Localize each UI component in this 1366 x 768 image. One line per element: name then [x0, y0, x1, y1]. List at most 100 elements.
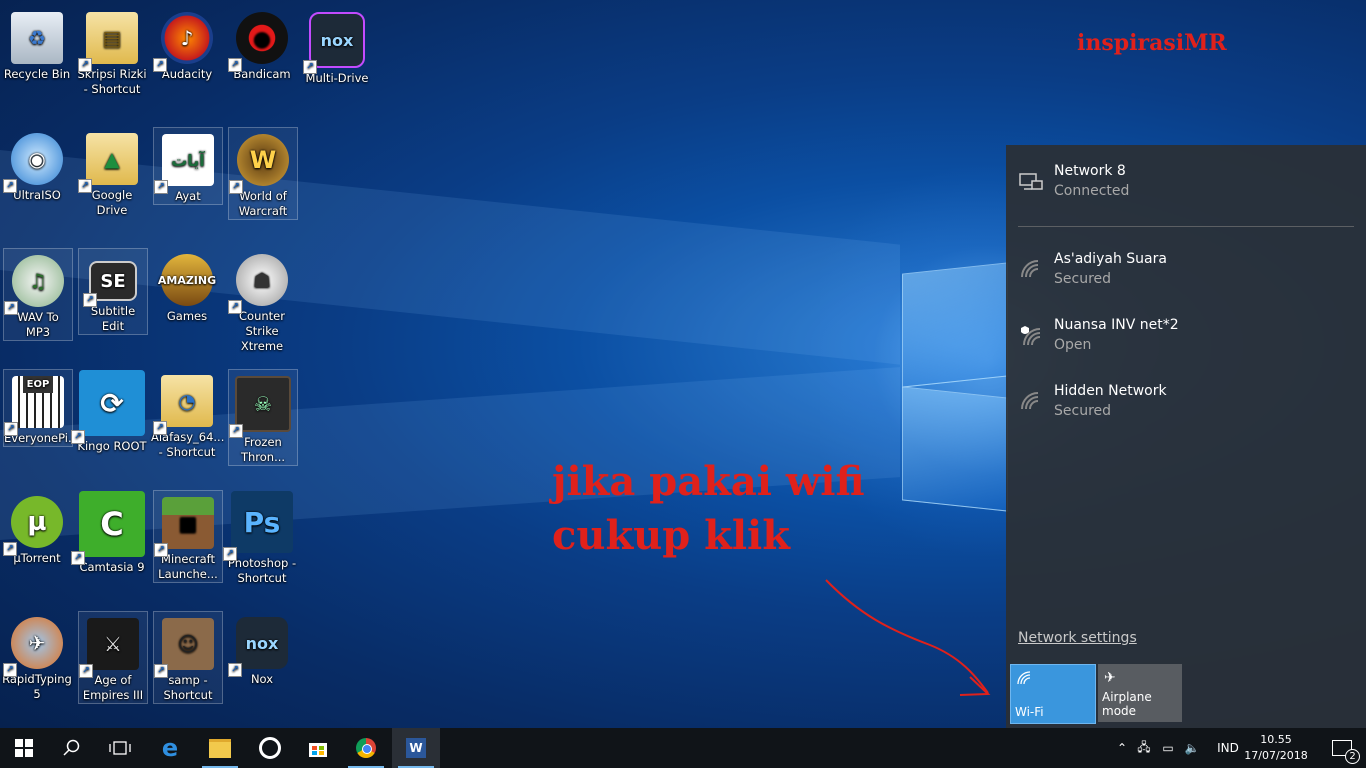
- ethernet-icon: [1018, 171, 1044, 197]
- desktop-icon-bandicam[interactable]: ● ↗ Bandicam: [226, 6, 298, 82]
- battery-icon[interactable]: ▭: [1156, 741, 1180, 755]
- kingo-root-icon: ⟳ ↗: [71, 370, 145, 444]
- shortcut-arrow-icon: ↗: [79, 664, 93, 678]
- shortcut-arrow-icon: ↗: [71, 551, 85, 565]
- shortcut-arrow-icon: ↗: [4, 301, 18, 315]
- shortcut-arrow-icon: ↗: [154, 543, 168, 557]
- desktop-icon-everyonepiano[interactable]: EOP ↗ EveryonePi...: [3, 369, 79, 447]
- desktop-icon-skripsi-rizki[interactable]: ▤ ↗ Skripsi Rizki - Shortcut: [76, 6, 148, 97]
- edge-taskbar-button[interactable]: e: [146, 728, 194, 768]
- store-taskbar-button[interactable]: [294, 728, 342, 768]
- desktop-icon-age-of-empires[interactable]: ⚔ ↗ Age of Empires III: [78, 611, 148, 704]
- notification-icon: 2: [1332, 740, 1360, 764]
- cd-icon: ♫ ↗: [4, 255, 64, 315]
- desktop-icon-rapidtyping[interactable]: ✈ ↗ RapidTyping 5: [1, 611, 73, 702]
- start-button[interactable]: [0, 728, 48, 768]
- desktop-icon-ayat[interactable]: آيات ↗ Ayat: [153, 127, 223, 205]
- warcraft-icon: W ↗: [229, 134, 289, 194]
- shortcut-arrow-icon: ↗: [229, 180, 243, 194]
- desktop-icon-ultraiso[interactable]: ◉ ↗ UltraISO: [1, 127, 73, 203]
- desktop-icon-label: Camtasia 9: [79, 560, 145, 574]
- wifi-network-name: Nuansa INV net*2: [1054, 317, 1179, 333]
- annotation-arrow: [825, 579, 991, 696]
- show-hidden-icons-chevron-icon[interactable]: ⌃: [1112, 741, 1132, 755]
- desktop-icon-wav-to-mp3[interactable]: ♫ ↗ WAV To MP3: [3, 248, 73, 341]
- chrome-taskbar-button[interactable]: [342, 728, 390, 768]
- shortcut-arrow-icon: ↗: [3, 663, 17, 677]
- desktop-icon-games[interactable]: AMAZING Games: [151, 248, 223, 324]
- taskbar: e W ⌃ 🖧 ▭ 🔈 IND 10.55 17/07/2018 2: [0, 728, 1366, 768]
- wifi-network-item[interactable]: Nuansa INV net*2 Open: [1006, 307, 1366, 367]
- utorrent-icon: µ ↗: [3, 496, 63, 556]
- minecraft-icon: ■ ↗: [154, 497, 214, 557]
- desktop-icon-samp[interactable]: ☺ ↗ samp - Shortcut: [153, 611, 223, 704]
- media-icon: [259, 737, 281, 759]
- store-icon: [309, 743, 327, 757]
- desktop-icon-photoshop[interactable]: Ps ↗ Photoshop - Shortcut: [223, 490, 298, 586]
- desktop-icon-label: Frozen Thron...: [240, 435, 286, 464]
- input-language[interactable]: IND: [1208, 741, 1248, 755]
- shortcut-arrow-icon: ↗: [154, 180, 168, 194]
- wifi-tile-label: Wi-Fi: [1015, 705, 1044, 719]
- shortcut-arrow-icon: ↗: [153, 58, 167, 72]
- wifi-network-item[interactable]: As'adiyah Suara Secured: [1006, 241, 1366, 301]
- desktop-icon-nox[interactable]: nox ↗ Nox: [226, 611, 298, 687]
- shortcut-arrow-icon: ↗: [228, 58, 242, 72]
- action-center-button[interactable]: 2: [1318, 728, 1366, 768]
- file-explorer-taskbar-button[interactable]: [196, 728, 244, 768]
- desktop-icon-minecraft[interactable]: ■ ↗ Minecraft Launche...: [153, 490, 223, 583]
- search-icon: [63, 739, 80, 756]
- shortcut-arrow-icon: ↗: [78, 58, 92, 72]
- network-settings-link[interactable]: Network settings: [1018, 630, 1137, 646]
- shortcut-arrow-icon: ↗: [303, 60, 317, 74]
- folder-icon: ▤ ↗: [78, 12, 138, 72]
- groove-taskbar-button[interactable]: [246, 728, 294, 768]
- search-button[interactable]: [48, 728, 96, 768]
- wallpaper-logo-pane: [902, 262, 1008, 388]
- desktop-icon-subtitle-edit[interactable]: SE ↗ Subtitle Edit: [78, 248, 148, 335]
- desktop-icon-camtasia[interactable]: C ↗ Camtasia 9: [71, 490, 148, 575]
- word-icon: W: [406, 738, 426, 758]
- folder-icon: [209, 738, 231, 758]
- wifi-icon: [1017, 671, 1033, 689]
- volume-icon[interactable]: 🔈: [1180, 741, 1204, 755]
- wifi-open-warning-icon: [1018, 323, 1044, 349]
- ultraiso-icon: ◉ ↗: [3, 133, 63, 193]
- network-status: Connected: [1054, 183, 1130, 199]
- network-flyout: Network 8 Connected As'adiyah Suara Secu…: [1006, 145, 1366, 728]
- taskbar-clock[interactable]: 10.55 17/07/2018: [1244, 732, 1308, 764]
- desktop-icon-world-of-warcraft[interactable]: W ↗ World of Warcraft: [228, 127, 298, 220]
- shortcut-arrow-icon: ↗: [229, 424, 243, 438]
- desktop-icon-alafasy[interactable]: ◔ ↗ Alafasy_64... - Shortcut: [151, 369, 224, 460]
- wifi-signal-icon: [1018, 257, 1044, 283]
- nox-icon: nox ↗: [303, 12, 365, 74]
- wifi-toggle-tile[interactable]: Wi-Fi: [1010, 664, 1096, 724]
- annotation-line-1: jika pakai wifi: [552, 458, 865, 505]
- flyout-divider: [1018, 226, 1354, 227]
- task-view-button[interactable]: [96, 728, 144, 768]
- network-connected-item[interactable]: Network 8 Connected: [1006, 155, 1366, 215]
- desktop-icon-google-drive[interactable]: ▲ ↗ Google Drive: [76, 127, 148, 218]
- system-tray: ⌃ 🖧 ▭ 🔈 IND: [1112, 728, 1248, 768]
- word-taskbar-button[interactable]: W: [392, 728, 440, 768]
- camtasia-icon: C ↗: [71, 491, 145, 565]
- subtitle-edit-icon: SE ↗: [83, 261, 137, 307]
- clock-time: 10.55: [1260, 733, 1292, 746]
- desktop-icon-utorrent[interactable]: µ ↗ µTorrent: [1, 490, 73, 566]
- clock-date: 17/07/2018: [1244, 749, 1308, 762]
- desktop-icon-multi-drive[interactable]: nox ↗ Multi-Drive: [301, 6, 373, 86]
- desktop-icon-kingo-root[interactable]: ⟳ ↗ Kingo ROOT: [71, 369, 148, 454]
- folder-icon: ◔ ↗: [153, 375, 213, 435]
- airplane-mode-tile[interactable]: ✈ Airplane mode: [1098, 664, 1182, 722]
- wallpaper-logo-pane: [902, 386, 1008, 512]
- edge-icon: e: [161, 734, 179, 762]
- desktop-icon-frozen-throne[interactable]: ☠ ↗ Frozen Thron...: [228, 369, 298, 466]
- desktop-icon-counter-strike[interactable]: ☗ ↗ Counter Strike Xtreme: [226, 248, 298, 354]
- desktop-icon-recycle-bin[interactable]: ♻ Recycle Bin: [1, 6, 73, 82]
- shortcut-arrow-icon: ↗: [153, 421, 167, 435]
- network-tray-icon[interactable]: 🖧: [1132, 738, 1156, 759]
- shortcut-arrow-icon: ↗: [3, 542, 17, 556]
- desktop-icon-audacity[interactable]: ♪ ↗ Audacity: [151, 6, 223, 82]
- wifi-network-item[interactable]: Hidden Network Secured: [1006, 373, 1366, 433]
- google-drive-icon: ▲ ↗: [78, 133, 138, 193]
